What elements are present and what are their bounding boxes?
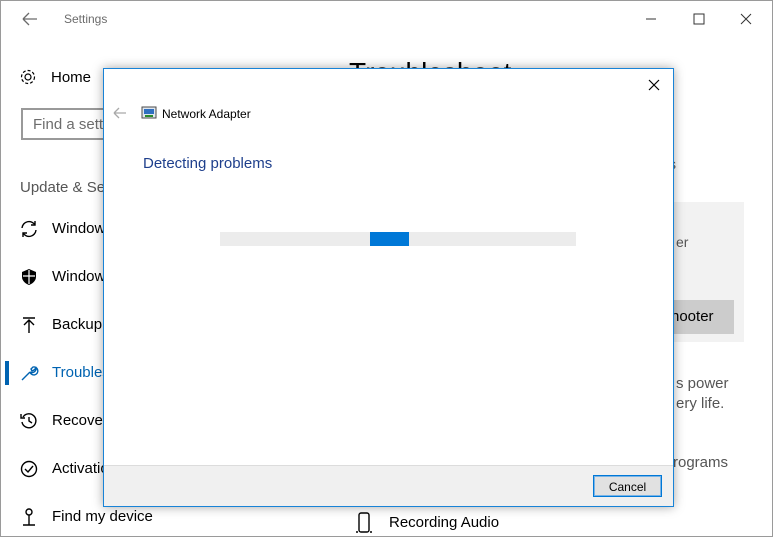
recording-audio-label: Recording Audio [389, 514, 500, 531]
close-icon [740, 13, 752, 25]
active-indicator [5, 361, 9, 385]
close-icon [648, 79, 660, 91]
progress-marquee-chunk [370, 232, 409, 246]
cancel-button-label: Cancel [608, 480, 647, 494]
phone-device-icon [356, 512, 372, 533]
history-icon [20, 413, 37, 429]
power-description: s power ery life. [676, 374, 766, 414]
sync-icon [21, 220, 37, 238]
minimize-icon [646, 18, 656, 20]
sidebar-item-label: Backup [52, 316, 103, 333]
gear-icon [20, 69, 36, 85]
person-pin-icon [23, 508, 35, 526]
dialog-back-button[interactable] [111, 105, 129, 121]
recording-audio-item[interactable]: Recording Audio [351, 509, 551, 536]
maximize-button[interactable] [685, 7, 715, 31]
check-circle-icon [20, 460, 38, 478]
progress-bar [220, 232, 576, 246]
wrench-icon [21, 366, 39, 381]
card-text-fragment: er [676, 234, 689, 250]
dialog-heading: Detecting problems [143, 155, 273, 172]
dialog-close-button[interactable] [643, 75, 665, 95]
dialog-app-name: Network Adapter [162, 107, 251, 121]
sidebar-item-label: Find my device [52, 508, 153, 525]
run-troubleshooter-label: hooter [671, 308, 714, 325]
title-bar: Settings [1, 1, 772, 37]
programs-text-fragment: rograms [673, 454, 729, 471]
dialog-footer: Cancel [104, 465, 673, 506]
back-arrow-icon [113, 107, 126, 119]
upload-arrow-icon [23, 317, 35, 333]
back-button[interactable] [19, 9, 41, 29]
cancel-button[interactable]: Cancel [593, 475, 662, 497]
troubleshooter-dialog: Network Adapter Detecting problems Cance… [103, 68, 674, 507]
close-window-button[interactable] [732, 7, 762, 31]
window-title: Settings [64, 12, 108, 26]
nav-home-label: Home [51, 69, 92, 86]
network-adapter-icon [141, 106, 157, 119]
power-description-text: s power ery life. [676, 375, 729, 412]
minimize-button[interactable] [637, 7, 667, 31]
shield-icon [22, 269, 36, 285]
maximize-icon [693, 13, 705, 25]
back-arrow-icon [22, 12, 37, 26]
